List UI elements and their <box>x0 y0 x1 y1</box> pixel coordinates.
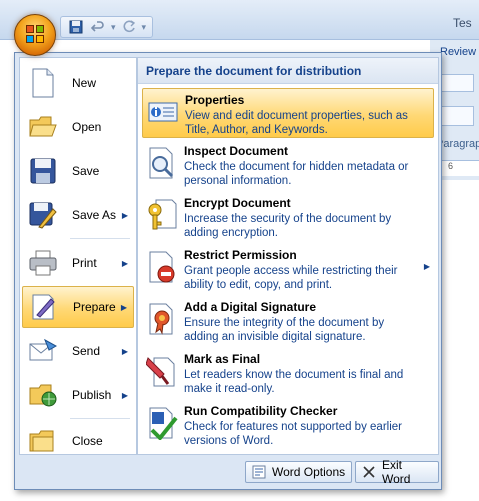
submenu-arrow-icon: ▶ <box>121 346 128 356</box>
menu-item-label: Print <box>72 256 97 270</box>
prepare-submenu: Prepare the document for distribution Pr… <box>137 57 439 455</box>
word-options-button[interactable]: Word Options <box>245 461 353 483</box>
submenu-item-title: Restrict Permission <box>184 248 297 262</box>
menu-item-print[interactable]: Print ▶ <box>22 242 134 284</box>
menu-item-prepare[interactable]: Prepare ▶ <box>22 286 134 328</box>
submenu-item-encrypt-document[interactable]: Encrypt Document Increase the security o… <box>142 192 434 242</box>
submenu-arrow-icon: ▶ <box>120 302 127 312</box>
send-icon <box>28 335 58 367</box>
submenu-item-run-compatibility-checker[interactable]: Run Compatibility Checker Check for feat… <box>142 400 434 450</box>
submenu-item-properties[interactable]: Properties View and edit document proper… <box>142 88 434 138</box>
undo-icon[interactable] <box>89 18 107 36</box>
submenu-item-add-digital-signature[interactable]: Add a Digital Signature Ensure the integ… <box>142 296 434 346</box>
redo-icon[interactable] <box>120 18 138 36</box>
menu-item-label: Save As <box>72 208 117 222</box>
menu-item-save[interactable]: Save <box>22 150 134 192</box>
printer-icon <box>28 247 58 279</box>
submenu-arrow-icon: ▶ <box>121 390 128 400</box>
properties-icon <box>147 95 179 129</box>
close-icon <box>362 465 376 479</box>
menu-item-label: Close <box>72 434 103 448</box>
submenu-item-restrict-permission[interactable]: Restrict Permission Grant people access … <box>142 244 434 294</box>
list-button[interactable] <box>440 74 474 92</box>
encrypt-key-icon <box>146 198 178 232</box>
submenu-item-description: Check the document for hidden metadata o… <box>184 161 409 187</box>
submenu-arrow-icon: ▶ <box>423 262 430 271</box>
submenu-item-title: Add a Digital Signature <box>184 300 317 314</box>
prepare-icon <box>29 291 59 323</box>
window-title: Tes <box>453 16 472 30</box>
menu-item-label: Publish <box>72 388 112 402</box>
office-menu-footer: Word Options Exit Word <box>19 457 439 487</box>
menu-item-label: Save <box>72 164 100 178</box>
office-button[interactable] <box>14 14 56 56</box>
menu-item-save-as[interactable]: Save As ▶ <box>22 194 134 236</box>
menu-item-new[interactable]: New <box>22 62 134 104</box>
menu-item-open[interactable]: Open <box>22 106 134 148</box>
digital-signature-icon <box>146 302 178 336</box>
submenu-header: Prepare the document for distribution <box>138 58 438 84</box>
exit-word-button[interactable]: Exit Word <box>355 458 439 486</box>
submenu-item-description: View and edit document properties, such … <box>185 110 408 136</box>
submenu-item-title: Inspect Document <box>184 144 289 158</box>
save-as-icon <box>28 199 58 231</box>
submenu-arrow-icon: ▶ <box>121 210 128 220</box>
menu-item-label: Open <box>72 120 102 134</box>
restrict-permission-icon <box>146 250 178 284</box>
submenu-item-title: Run Compatibility Checker <box>184 404 338 418</box>
menu-item-publish[interactable]: Publish ▶ <box>22 374 134 416</box>
submenu-arrow-icon: ▶ <box>121 258 128 268</box>
justify-button[interactable] <box>440 106 474 126</box>
word-options-icon <box>252 465 266 479</box>
office-logo-icon <box>26 25 46 45</box>
compatibility-checker-icon <box>146 406 178 441</box>
submenu-item-description: Ensure the integrity of the document by … <box>184 317 385 343</box>
menu-item-label: Prepare <box>73 300 116 314</box>
menu-divider <box>70 418 130 419</box>
submenu-item-inspect-document[interactable]: Inspect Document Check the document for … <box>142 140 434 190</box>
paragraph-group-label: Paragraph <box>436 138 479 150</box>
menu-item-label: Send <box>72 344 101 358</box>
submenu-item-description: Grant people access while restricting th… <box>184 265 398 291</box>
menu-item-send[interactable]: Send ▶ <box>22 330 134 372</box>
menu-item-label: New <box>72 76 97 90</box>
inspect-document-icon <box>146 146 178 180</box>
submenu-item-mark-as-final[interactable]: Mark as Final Let readers know the docum… <box>142 348 434 398</box>
quick-access-toolbar: ▾ ▾ <box>60 16 154 38</box>
customize-qat-icon[interactable]: ▾ <box>142 22 147 33</box>
office-menu: New Open Save Save As ▶ Print ▶ Prepare … <box>14 52 442 490</box>
office-menu-commands: New Open Save Save As ▶ Print ▶ Prepare … <box>19 57 137 455</box>
close-folder-icon <box>28 425 58 457</box>
undo-dropdown-icon[interactable]: ▾ <box>111 22 116 33</box>
menu-item-close[interactable]: Close <box>22 420 134 462</box>
menu-divider <box>70 238 130 239</box>
exit-word-label: Exit Word <box>382 458 411 486</box>
submenu-item-title: Mark as Final <box>184 352 261 366</box>
mark-final-icon <box>145 354 178 388</box>
new-document-icon <box>28 67 58 99</box>
submenu-item-title: Encrypt Document <box>184 196 291 210</box>
submenu-item-title: Properties <box>185 93 245 107</box>
publish-icon <box>28 379 58 411</box>
save-icon[interactable] <box>67 18 85 36</box>
submenu-item-description: Let readers know the document is final a… <box>184 369 404 395</box>
open-folder-icon <box>28 111 58 143</box>
tab-review[interactable]: Review <box>440 46 476 58</box>
submenu-item-description: Increase the security of the document by… <box>184 213 392 239</box>
word-options-label: Word Options <box>272 465 346 479</box>
submenu-item-description: Check for features not supported by earl… <box>184 421 402 447</box>
save-disk-icon <box>28 155 58 187</box>
